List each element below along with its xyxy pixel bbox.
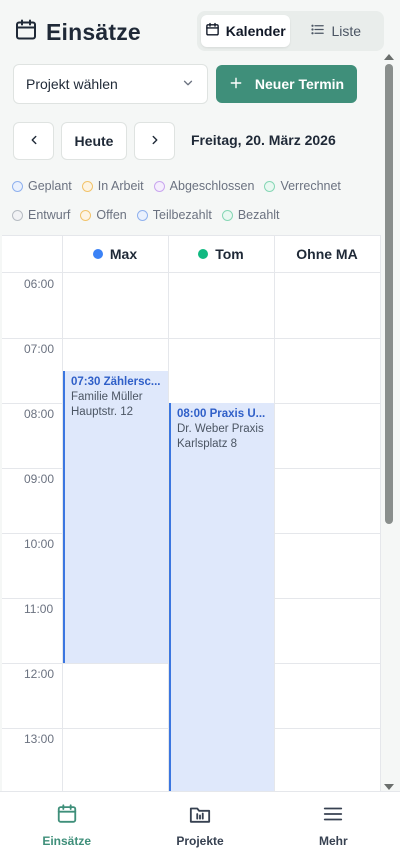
day-calendar: Max Tom Ohne MA 06:00 07:00 08:00 09:00 … <box>2 235 381 791</box>
current-date: Freitag, 20. März 2026 <box>191 132 336 148</box>
column-header-label: Ohne MA <box>296 246 358 262</box>
appointment-client: Dr. Weber Praxis <box>177 423 264 435</box>
page-title-wrap: Einsätze <box>14 18 141 47</box>
nav-item-einsaetze[interactable]: Einsätze <box>0 792 133 858</box>
scroll-up-arrow-icon[interactable] <box>384 54 394 60</box>
folder-icon <box>188 803 212 828</box>
status-legend-row-1: Geplant In Arbeit Abgeschlossen Verrechn… <box>12 179 341 193</box>
project-select[interactable]: Projekt wählen <box>13 64 208 104</box>
appointment-client: Familie Müller <box>71 391 143 403</box>
legend-label: Geplant <box>28 179 72 193</box>
new-appointment-button[interactable]: Neuer Termin <box>216 65 357 103</box>
nav-item-projekte[interactable]: Projekte <box>133 792 266 858</box>
calendar-icon <box>56 803 78 828</box>
prev-day-button[interactable] <box>13 122 54 160</box>
hour-label: 07:00 <box>24 342 55 356</box>
status-dot <box>81 180 93 192</box>
legend-label: In Arbeit <box>97 179 144 193</box>
nav-item-label: Einsätze <box>42 833 91 848</box>
hour-label: 10:00 <box>24 537 55 551</box>
legend-item: Entwurf <box>12 208 70 222</box>
legend-item: Offen <box>80 208 127 222</box>
column-header-label: Tom <box>215 246 244 262</box>
status-dot <box>80 209 92 221</box>
nav-item-label: Mehr <box>318 833 348 848</box>
scroll-thumb[interactable] <box>385 64 393 524</box>
status-dot <box>12 209 23 221</box>
hour-label: 13:00 <box>24 732 55 746</box>
legend-label: Teilbezahlt <box>152 208 212 222</box>
project-select-value: Projekt wählen <box>26 76 118 92</box>
appointment-title: 08:00 Praxis U... <box>177 408 266 420</box>
legend-label: Entwurf <box>28 208 71 222</box>
staff-color-dot <box>198 249 209 259</box>
column-header-tom: Tom <box>168 236 274 273</box>
legend-label: Bezahlt <box>237 208 280 222</box>
calendar-icon <box>205 22 220 40</box>
page-scrollbar[interactable] <box>383 54 395 790</box>
legend-item: Teilbezahlt <box>136 208 212 222</box>
tab-liste-label: Liste <box>331 23 362 39</box>
scroll-down-arrow-icon[interactable] <box>384 784 394 790</box>
hour-label: 12:00 <box>24 667 55 681</box>
new-appointment-label: Neuer Termin <box>254 76 345 92</box>
view-toggle: Kalender Liste <box>197 11 384 51</box>
legend-item: Abgeschlossen <box>153 179 255 193</box>
legend-item: Geplant <box>12 179 72 193</box>
column-divider <box>274 236 275 791</box>
calendar-icon <box>14 18 38 47</box>
nav-item-label: Projekte <box>176 833 224 848</box>
column-header-label: Max <box>109 246 138 262</box>
staff-color-dot <box>92 249 103 259</box>
page-title: Einsätze <box>46 19 141 45</box>
chevron-down-icon <box>181 76 195 93</box>
legend-label: Offen <box>96 208 127 222</box>
next-day-button[interactable] <box>134 122 175 160</box>
hour-line <box>2 338 381 339</box>
column-header-max: Max <box>62 236 168 273</box>
column-header-unassigned: Ohne MA <box>274 236 380 273</box>
column-divider <box>380 236 381 791</box>
status-dot <box>136 209 148 221</box>
status-dot <box>153 180 165 192</box>
nav-item-mehr[interactable]: Mehr <box>267 792 400 858</box>
appointment-card[interactable]: 07:30 Zählersc... Familie Müller Hauptst… <box>63 371 168 663</box>
status-legend-row-2: Entwurf Offen Teilbezahlt Bezahlt <box>12 208 280 222</box>
list-icon <box>310 22 325 40</box>
tab-kalender[interactable]: Kalender <box>201 15 290 47</box>
plus-icon <box>229 76 243 93</box>
status-dot <box>12 180 23 192</box>
chevron-left-icon <box>27 133 41 150</box>
bottom-navigation: Einsätze Projekte Mehr <box>0 791 400 858</box>
appointment-address: Hauptstr. 12 <box>71 406 134 418</box>
hour-label: 08:00 <box>24 407 55 421</box>
legend-item: Bezahlt <box>221 208 280 222</box>
legend-label: Abgeschlossen <box>169 179 255 193</box>
menu-icon <box>322 803 344 828</box>
appointment-title: 07:30 Zählersc... <box>71 376 161 388</box>
appointment-card[interactable]: 08:00 Praxis U... Dr. Weber Praxis Karls… <box>169 403 274 791</box>
today-button[interactable]: Heute <box>61 122 127 160</box>
chevron-right-icon <box>148 133 162 150</box>
time-column-header <box>2 236 62 273</box>
hour-label: 09:00 <box>24 472 55 486</box>
tab-liste[interactable]: Liste <box>292 15 381 47</box>
legend-item: In Arbeit <box>81 179 144 193</box>
app-header: Einsätze Kalender Liste <box>0 0 400 64</box>
legend-item: Verrechnet <box>264 179 341 193</box>
hour-label: 11:00 <box>24 602 54 616</box>
status-dot <box>221 209 233 221</box>
status-dot <box>264 180 276 192</box>
legend-label: Verrechnet <box>280 179 341 193</box>
hour-label: 06:00 <box>24 277 55 291</box>
tab-kalender-label: Kalender <box>225 23 286 39</box>
appointment-address: Karlsplatz 8 <box>177 438 238 450</box>
